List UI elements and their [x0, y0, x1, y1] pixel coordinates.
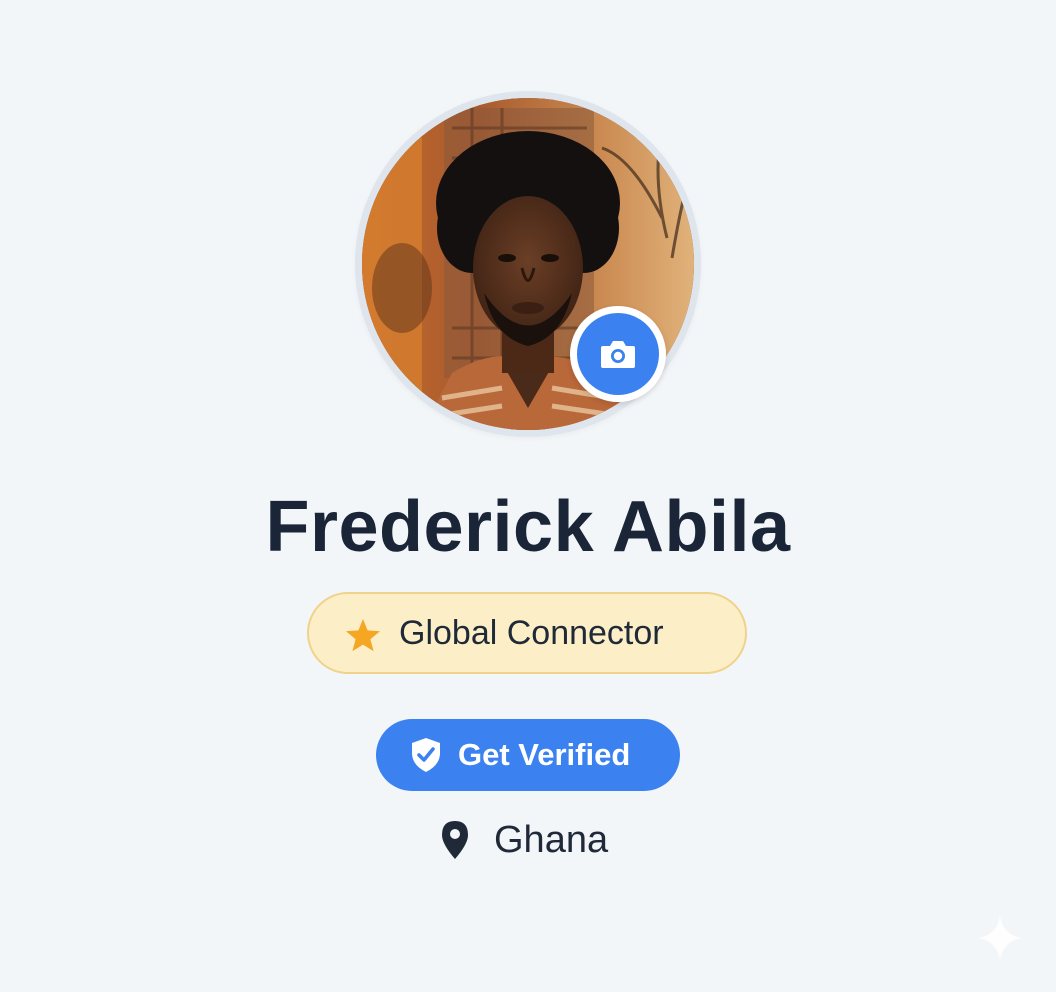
change-photo-button[interactable]: [570, 306, 666, 402]
location-label: Ghana: [494, 819, 609, 861]
sparkle-icon: [978, 916, 1022, 960]
map-pin-icon: [442, 821, 468, 859]
get-verified-label: Get Verified: [458, 737, 631, 772]
camera-icon: [601, 341, 635, 368]
change-photo-button-fill: [577, 313, 659, 395]
achievement-badge: Global Connector: [307, 592, 747, 674]
star-icon: [346, 619, 380, 652]
shield-check-icon: [412, 738, 440, 772]
profile-card: Frederick Abila Global Connector Get Ver…: [0, 0, 1056, 992]
profile-name: Frederick Abila: [265, 487, 791, 567]
badge-label: Global Connector: [399, 614, 664, 652]
get-verified-button[interactable]: Get Verified: [376, 719, 680, 791]
